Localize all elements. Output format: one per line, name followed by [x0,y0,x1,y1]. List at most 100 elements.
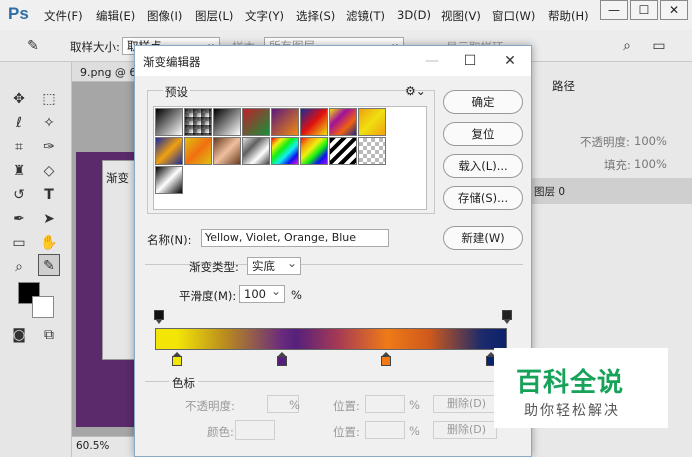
dialog-titlebar: 渐变编辑器 — ☐ ✕ [135,46,531,76]
preset-swatch[interactable] [271,108,299,136]
lasso-tool-icon[interactable]: ℓ [8,112,30,134]
presets-grid [153,106,427,210]
delete-color-stop-button[interactable]: 删除(D) [433,421,497,439]
dialog-title: 渐变编辑器 [143,55,201,69]
rectangle-tool-icon[interactable]: ▭ [8,232,30,254]
menu-help[interactable]: 帮助(H) [548,8,589,24]
path-select-icon[interactable]: ➤ [38,208,60,230]
menu-edit[interactable]: 编辑(E) [96,8,135,24]
menu-view[interactable]: 视图(V) [441,8,481,24]
preset-swatch[interactable] [184,137,212,165]
menu-type[interactable]: 文字(Y) [245,8,284,24]
search-icon[interactable]: ⌕ [616,35,638,57]
fill-value[interactable]: 100% [634,157,667,171]
menu-filter[interactable]: 滤镜(T) [346,8,385,24]
preset-swatch[interactable] [155,108,183,136]
opacity-stop-right[interactable] [502,310,512,324]
pen-tool-icon[interactable]: ✒ [8,208,30,230]
menu-select[interactable]: 选择(S) [296,8,335,24]
minimize-button[interactable]: — [600,0,628,20]
preset-swatch[interactable] [242,137,270,165]
watermark-subtitle: 助你轻松解决 [524,403,620,419]
stamp-tool-icon[interactable]: ♜ [8,160,30,182]
stop-opacity-label: 不透明度: [185,399,235,413]
history-brush-icon[interactable]: ↺ [8,184,30,206]
stop-location-input[interactable] [365,395,405,413]
preset-swatch[interactable] [213,137,241,165]
stop-color-location-label: 位置: [333,425,360,439]
preset-swatch[interactable] [358,137,386,165]
background-dialog [102,160,136,360]
opacity-stop-left[interactable] [154,310,164,324]
delete-opacity-stop-button[interactable]: 删除(D) [433,395,497,413]
background-dialog-title: 渐变 [106,171,129,185]
preset-swatch[interactable] [271,137,299,165]
move-tool-icon[interactable]: ✥ [8,88,30,110]
workspace-icon[interactable]: ▭ [648,35,670,57]
tools-panel: ✥ ⬚ ℓ ✧ ⌗ ✑ ♜ ◇ ↺ T ✒ ➤ ▭ ✋ ⌕ ✎ ◙ ⧉ [0,62,72,457]
preset-swatch[interactable] [329,137,357,165]
stop-location-unit: % [409,398,420,412]
magic-wand-icon[interactable]: ✧ [38,112,60,134]
eyedropper-icon[interactable]: ✎ [22,35,44,57]
dialog-maximize-icon[interactable]: ☐ [455,50,485,72]
menu-file[interactable]: 文件(F) [44,8,83,24]
reset-button[interactable]: 复位 [443,122,523,146]
preset-swatch[interactable] [300,108,328,136]
zoom-level[interactable]: 60.5% [76,440,109,452]
color-stop-violet[interactable] [277,352,287,366]
stop-opacity-unit: % [289,398,300,412]
type-tool-icon[interactable]: T [38,184,60,206]
presets-gear-icon[interactable]: ⚙⌄ [405,84,426,98]
color-stop-yellow[interactable] [172,352,182,366]
smoothness-input[interactable]: 100 [239,283,285,303]
sample-size-label: 取样大小: [70,40,120,54]
menu-window[interactable]: 窗口(W) [492,8,535,24]
eraser-tool-icon[interactable]: ◇ [38,160,60,182]
new-button[interactable]: 新建(W) [443,226,523,250]
ok-button[interactable]: 确定 [443,90,523,114]
gradient-preview-bar[interactable] [155,328,507,350]
preset-swatch[interactable] [358,108,386,136]
marquee-tool-icon[interactable]: ⬚ [38,88,60,110]
eyedropper-tool-icon[interactable]: ✎ [38,254,60,276]
dialog-close-icon[interactable]: ✕ [495,50,525,72]
stop-color-location-unit: % [409,424,420,438]
name-field[interactable]: Yellow, Violet, Orange, Blue [201,229,389,247]
menu-layer[interactable]: 图层(L) [195,8,233,24]
load-button[interactable]: 载入(L)... [443,154,523,178]
save-button[interactable]: 存储(S)... [443,186,523,210]
preset-swatch[interactable] [213,108,241,136]
crop-tool-icon[interactable]: ⌗ [8,136,30,158]
preset-swatch[interactable] [155,166,183,194]
preset-swatch[interactable] [155,137,183,165]
hand-tool-icon[interactable]: ✋ [38,232,60,254]
presets-label: 预设 [163,84,190,100]
opacity-value[interactable]: 100% [634,134,667,148]
background-color-swatch[interactable] [32,296,54,318]
preset-swatch[interactable] [242,108,270,136]
menu-3d[interactable]: 3D(D) [397,8,431,22]
screen-mode-icon[interactable]: ⧉ [38,324,60,346]
brush-tool-icon[interactable]: ✑ [38,136,60,158]
quick-mask-icon[interactable]: ◙ [8,324,30,346]
watermark-title: 百科全说 [516,368,625,398]
watermark: 百科全说 助你轻松解决 [494,348,668,428]
dialog-minimize-icon: — [425,53,439,69]
menu-image[interactable]: 图像(I) [147,8,182,24]
gradient-type-select[interactable]: 实底 [247,255,301,275]
preset-swatch[interactable] [300,137,328,165]
preset-swatch[interactable] [184,108,212,136]
color-stop-orange[interactable] [381,352,391,366]
tab-paths[interactable]: 路径 [552,78,575,94]
preset-swatch[interactable] [329,108,357,136]
maximize-button[interactable]: ☐ [630,0,658,20]
name-label: 名称(N): [147,233,192,247]
zoom-tool-icon[interactable]: ⌕ [8,256,30,278]
photoshop-logo: Ps [8,4,29,23]
menu-bar: Ps 文件(F) 编辑(E) 图像(I) 图层(L) 文字(Y) 选择(S) 滤… [0,0,692,30]
stop-color-location-input[interactable] [365,421,405,439]
stop-location-label: 位置: [333,399,360,413]
stop-color-swatch[interactable] [235,420,275,440]
close-button[interactable]: ✕ [660,0,688,20]
